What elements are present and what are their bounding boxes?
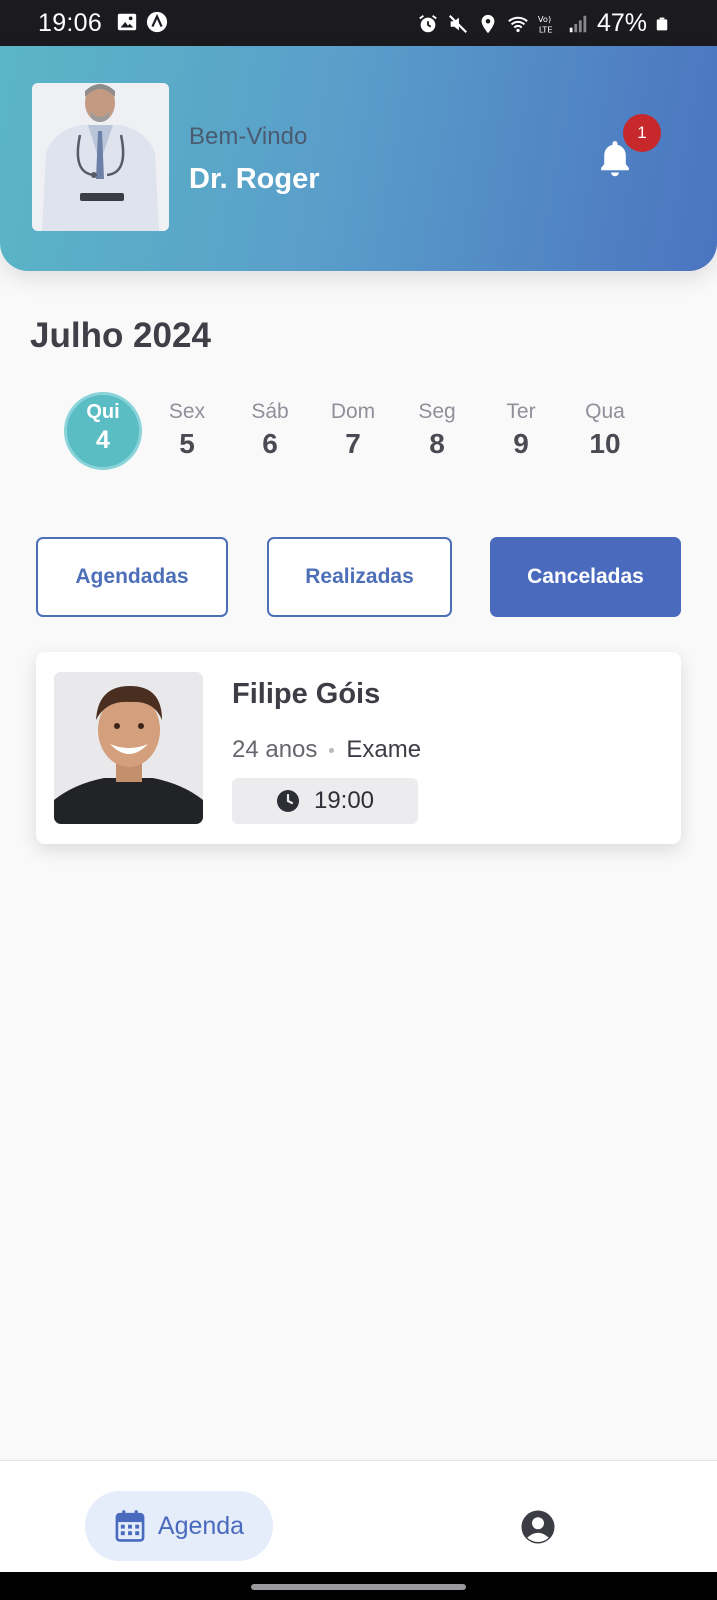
day-name: Sáb	[251, 400, 289, 423]
profile-icon[interactable]	[520, 1509, 556, 1545]
clock-icon	[276, 790, 299, 812]
doctor-photo	[32, 83, 169, 231]
doctor-name: Dr. Roger	[189, 163, 320, 195]
home-indicator[interactable]	[251, 1584, 466, 1590]
day-item-friday[interactable]: Sex 5	[148, 392, 226, 470]
day-item-monday[interactable]: Seg 8	[398, 392, 476, 470]
bottom-navigation: Agenda	[0, 1460, 717, 1572]
filter-realizadas-button[interactable]: Realizadas	[267, 537, 452, 617]
month-title: Julho 2024	[30, 316, 211, 355]
patient-details: 24 anos Exame	[232, 736, 421, 764]
day-name: Qui	[86, 401, 120, 423]
filter-canceladas-button[interactable]: Canceladas	[490, 537, 681, 617]
filter-agendadas-button[interactable]: Agendadas	[36, 537, 228, 617]
mute-icon	[448, 14, 467, 33]
day-name: Seg	[418, 400, 456, 423]
volte-icon: Vo)LTE	[538, 14, 553, 34]
day-date: 7	[345, 428, 361, 459]
day-name: Sex	[168, 400, 206, 423]
patient-avatar	[54, 672, 203, 824]
patient-age: 24 anos	[232, 736, 318, 763]
day-date: 4	[96, 426, 110, 454]
patient-photo	[54, 672, 203, 824]
svg-text:LTE: LTE	[539, 24, 553, 34]
welcome-text: Bem-Vindo	[189, 123, 308, 150]
alarm-icon	[419, 14, 437, 32]
appointment-time: 19:00	[313, 787, 375, 814]
nav-agenda-label: Agenda	[157, 1511, 245, 1540]
separator-dot	[329, 747, 335, 753]
status-time: 19:06	[38, 9, 103, 37]
day-selector: Qui 4 Sex 5 Sáb 6 Dom 7 Seg 8 Ter 9 Qua …	[64, 392, 664, 472]
patient-name: Filipe Góis	[232, 678, 381, 710]
day-date: 9	[513, 428, 529, 459]
day-name: Dom	[330, 400, 376, 423]
battery-icon	[656, 17, 668, 30]
gesture-bar	[0, 1572, 717, 1600]
day-item-saturday[interactable]: Sáb 6	[231, 392, 309, 470]
calendar-icon	[115, 1510, 145, 1542]
appointment-type: Exame	[346, 736, 422, 763]
app-notification-icon	[146, 11, 168, 33]
welcome-header: Bem-Vindo Dr. Roger 1	[0, 46, 717, 271]
image-icon	[117, 13, 137, 31]
location-icon	[481, 14, 495, 33]
day-date: 5	[179, 428, 195, 459]
appointment-time-chip: 19:00	[232, 778, 418, 824]
day-date: 6	[262, 428, 278, 459]
day-item-sunday[interactable]: Dom 7	[314, 392, 392, 470]
day-date: 10	[589, 428, 621, 459]
battery-percent: 47%	[596, 9, 647, 37]
day-date: 8	[429, 428, 445, 459]
appointment-card[interactable]: Filipe Góis 24 anos Exame 19:00	[36, 652, 681, 844]
wifi-icon	[508, 16, 528, 32]
notification-badge: 1	[623, 114, 661, 152]
svg-text:Vo): Vo)	[538, 14, 551, 24]
day-item-tuesday[interactable]: Ter 9	[482, 392, 560, 470]
day-name: Qua	[585, 400, 625, 423]
day-name: Ter	[506, 400, 536, 423]
status-bar: 19:06 Vo) LTE 47%	[0, 0, 717, 46]
nav-agenda-tab[interactable]: Agenda	[85, 1491, 273, 1561]
day-item-wednesday[interactable]: Qua 10	[566, 392, 644, 470]
day-item-thursday[interactable]: Qui 4	[64, 392, 142, 470]
signal-icon	[569, 15, 587, 32]
doctor-avatar[interactable]	[32, 83, 169, 231]
